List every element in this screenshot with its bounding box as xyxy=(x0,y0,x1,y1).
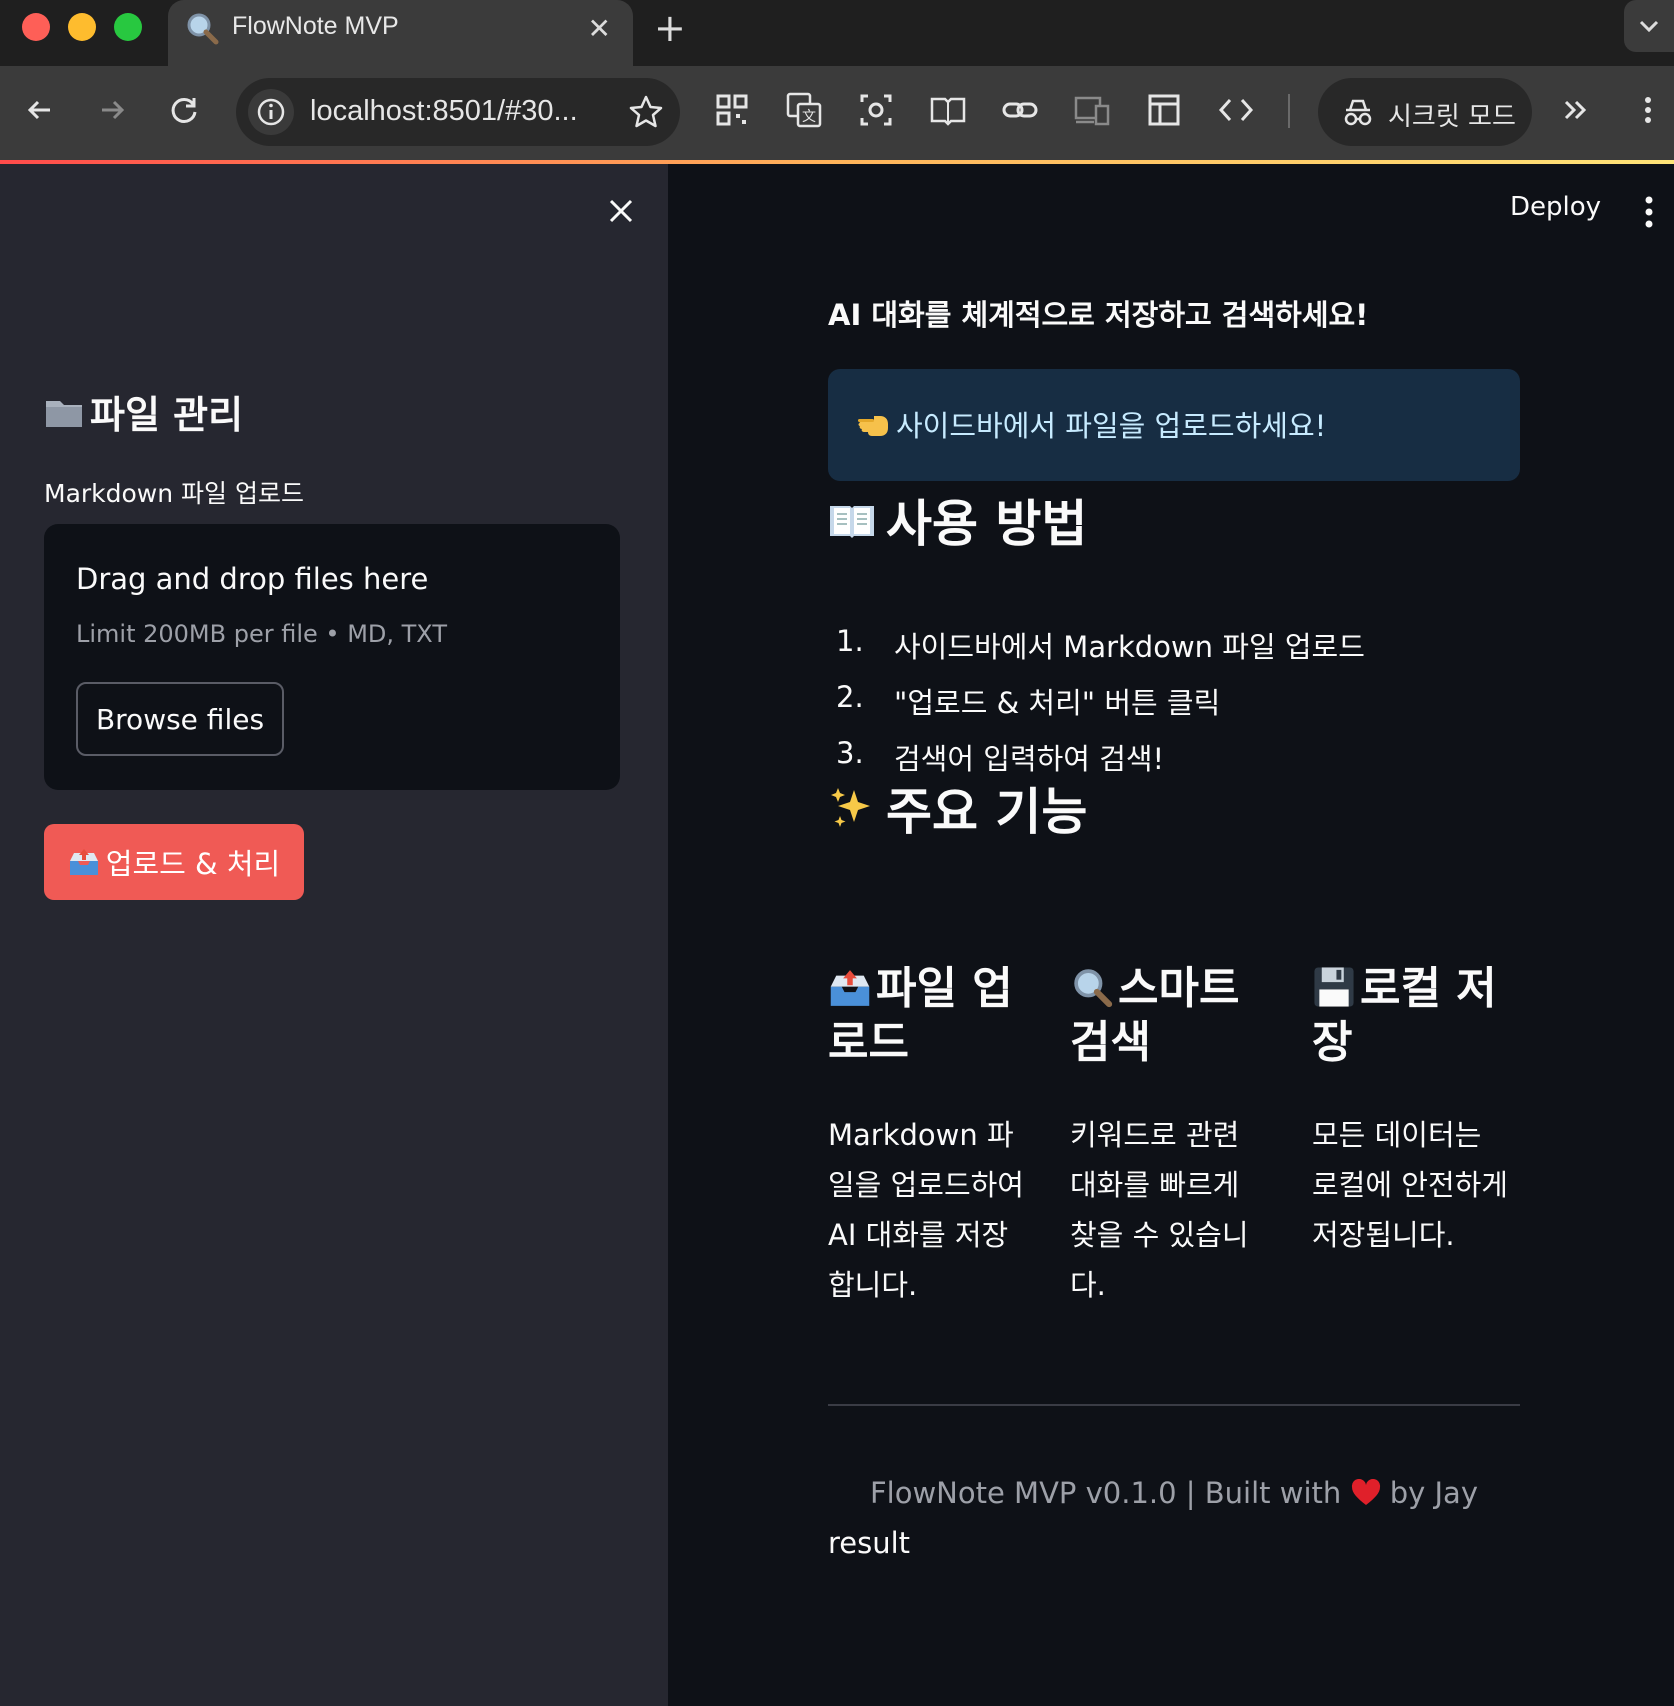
screenshot-icon[interactable] xyxy=(856,90,896,130)
code-icon[interactable] xyxy=(1216,90,1256,130)
chevron-down-icon xyxy=(1639,20,1659,33)
info-alert: 사이드바에서 파일을 업로드하세요! xyxy=(828,369,1520,481)
magnifier-icon xyxy=(1074,969,1113,1008)
features-title: 주요 기능 xyxy=(886,783,1088,841)
info-icon[interactable] xyxy=(248,89,294,135)
divider xyxy=(828,1404,1520,1406)
feature-title: 파일 업로드 xyxy=(828,962,1032,1070)
feature-title: 스마트 검색 xyxy=(1070,962,1274,1070)
browser-toolbar: localhost:8501/#30... 文 시크릿 모드 xyxy=(0,66,1674,161)
feature-desc: 키워드로 관련 대화를 빠르게 찾을 수 있습니다. xyxy=(1070,1118,1249,1302)
deploy-button[interactable]: Deploy xyxy=(1510,192,1601,222)
uploader-label: Markdown 파일 업로드 xyxy=(44,479,304,508)
result-text: result xyxy=(828,1526,911,1560)
tab-title: FlowNote MVP xyxy=(232,12,399,40)
url-text: localhost:8501/#30... xyxy=(310,95,578,127)
menu-dots-icon[interactable] xyxy=(1628,90,1668,130)
heart-icon xyxy=(1351,1478,1380,1505)
new-tab-button[interactable]: + xyxy=(654,6,686,50)
sidebar-title: 파일 관리 xyxy=(44,384,243,439)
upload-process-label: 업로드 & 처리 xyxy=(105,847,281,881)
footer-text: FlowNote MVP v0.1.0 | Built with by Jay xyxy=(828,1476,1520,1510)
incognito-label: 시크릿 모드 xyxy=(1388,102,1516,132)
pointing-left-hand-icon xyxy=(858,416,888,436)
dropzone-title: Drag and drop files here xyxy=(76,562,429,596)
reading-mode-icon[interactable] xyxy=(928,90,968,130)
step-number: 2. xyxy=(836,680,864,714)
footer-post: by Jay xyxy=(1389,1476,1478,1510)
step-text: 사이드바에서 Markdown 파일 업로드 xyxy=(894,630,1365,664)
floppy-disk-icon xyxy=(1314,967,1354,1007)
file-dropzone[interactable]: Drag and drop files here Limit 200MB per… xyxy=(44,524,620,790)
step-number: 1. xyxy=(836,624,864,658)
features-heading: 주요 기능 xyxy=(828,772,1087,844)
list-item: 2. "업로드 & 처리" 버튼 클릭 xyxy=(828,680,1365,736)
reload-icon[interactable] xyxy=(164,90,204,130)
outbox-tray-icon xyxy=(69,849,98,875)
maximize-window-button[interactable] xyxy=(114,13,142,41)
incognito-badge[interactable]: 시크릿 모드 xyxy=(1318,78,1532,146)
open-book-icon xyxy=(830,506,874,538)
footer-pre: FlowNote MVP v0.1.0 | Built with xyxy=(869,1476,1342,1510)
browser-tab[interactable]: FlowNote MVP ✕ xyxy=(168,0,633,66)
toolbar-divider xyxy=(1288,94,1290,128)
steps-list: 1. 사이드바에서 Markdown 파일 업로드 2. "업로드 & 처리" 버튼… xyxy=(828,624,1365,792)
sidebar: 파일 관리 Markdown 파일 업로드 Drag and drop file… xyxy=(0,164,668,1706)
search-icon xyxy=(187,13,219,45)
feature-card-search: 스마트 검색 키워드로 관련 대화를 빠르게 찾을 수 있습니다. xyxy=(1070,962,1274,1310)
step-text: "업로드 & 처리" 버튼 클릭 xyxy=(894,686,1221,720)
close-window-button[interactable] xyxy=(22,13,50,41)
devices-icon[interactable] xyxy=(1072,90,1112,130)
feature-card-upload: 파일 업로드 Markdown 파일을 업로드하여 AI 대화를 저장합니다. xyxy=(828,962,1032,1310)
sidebar-title-text: 파일 관리 xyxy=(90,393,244,437)
address-bar[interactable]: localhost:8501/#30... xyxy=(236,78,680,146)
main-content: Deploy AI 대화를 체계적으로 저장하고 검색하세요! 사이드바에서 파… xyxy=(668,164,1674,1706)
back-icon[interactable] xyxy=(20,90,60,130)
browse-files-button[interactable]: Browse files xyxy=(76,682,284,756)
close-icon[interactable] xyxy=(604,194,638,228)
how-to-title: 사용 방법 xyxy=(886,495,1088,553)
qr-code-icon[interactable] xyxy=(712,90,752,130)
feature-desc: Markdown 파일을 업로드하여 AI 대화를 저장합니다. xyxy=(828,1118,1024,1302)
outbox-tray-icon xyxy=(830,970,870,1006)
star-icon[interactable] xyxy=(626,92,666,132)
forward-icon[interactable] xyxy=(92,90,132,130)
browser-tab-bar: FlowNote MVP ✕ + xyxy=(0,0,1674,66)
dropzone-limit: Limit 200MB per file • MD, TXT xyxy=(76,620,447,648)
sparkles-icon xyxy=(831,788,870,827)
folder-icon xyxy=(46,400,82,427)
info-alert-content: 사이드바에서 파일을 업로드하세요! xyxy=(856,403,1326,445)
how-to-heading: 사용 방법 xyxy=(828,484,1087,556)
extensions-chevron-icon[interactable] xyxy=(1556,90,1596,130)
svg-text:文: 文 xyxy=(802,109,816,125)
info-alert-text: 사이드바에서 파일을 업로드하세요! xyxy=(896,409,1327,443)
tab-search-button[interactable] xyxy=(1624,0,1674,52)
list-item: 1. 사이드바에서 Markdown 파일 업로드 xyxy=(828,624,1365,680)
page-subtitle: AI 대화를 체계적으로 저장하고 검색하세요! xyxy=(828,298,1369,332)
layout-icon[interactable] xyxy=(1144,90,1184,130)
translate-icon[interactable]: 文 xyxy=(784,90,824,130)
feature-title: 로컬 저장 xyxy=(1312,962,1516,1070)
incognito-icon xyxy=(1344,99,1372,126)
main-menu-icon[interactable] xyxy=(1644,194,1654,230)
feature-desc: 모든 데이터는 로컬에 안전하게 저장됩니다. xyxy=(1312,1118,1508,1252)
minimize-window-button[interactable] xyxy=(68,13,96,41)
upload-process-button[interactable]: 업로드 & 처리 xyxy=(44,824,304,900)
link-icon[interactable] xyxy=(1000,90,1040,130)
feature-card-storage: 로컬 저장 모든 데이터는 로컬에 안전하게 저장됩니다. xyxy=(1312,962,1516,1260)
close-tab-icon[interactable]: ✕ xyxy=(588,12,611,45)
